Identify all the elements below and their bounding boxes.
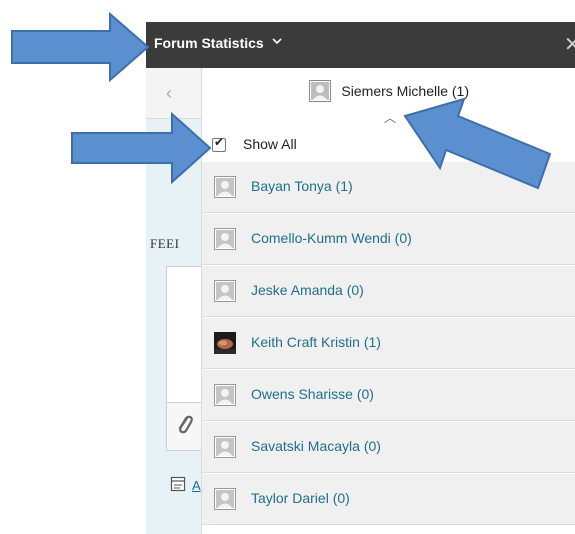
user-photo-avatar [214,332,236,354]
user-list-item[interactable]: Savatski Macayla (0) [202,421,575,473]
user-list-item[interactable]: Taylor Dariel (0) [202,473,575,525]
user-name-link[interactable]: Comello-Kumm Wendi (0) [251,230,412,246]
close-icon[interactable]: ✕ [564,35,575,55]
user-name-link[interactable]: Owens Sharisse (0) [251,386,374,402]
section-label: FEEI [150,236,180,251]
default-avatar-icon [214,384,236,406]
default-avatar-icon [308,80,331,102]
user-name-link[interactable]: Taylor Dariel (0) [251,490,350,506]
checkmark-icon: ✔ [214,135,225,149]
user-list-item[interactable]: Owens Sharisse (0) [202,369,575,421]
forum-statistics-header: Forum Statistics ✕ [146,22,575,68]
annotation-arrow-right-icon [11,12,150,82]
annotation-arrow-right-icon [71,112,212,184]
default-avatar-icon [214,488,236,510]
user-list-item[interactable]: Jeske Amanda (0) [202,265,575,317]
annotation-arrow-up-left-icon [403,97,552,190]
default-avatar-icon [214,228,236,250]
default-avatar-icon [214,436,236,458]
user-list-item[interactable]: Keith Craft Kristin (1) [202,317,575,369]
user-list-item[interactable]: Comello-Kumm Wendi (0) [202,213,575,265]
user-name-link[interactable]: Bayan Tonya (1) [251,178,353,194]
document-link[interactable]: A [192,478,201,493]
default-avatar-icon [214,280,236,302]
user-name-link[interactable]: Savatski Macayla (0) [251,438,381,454]
document-icon [170,476,186,492]
chevron-left-icon[interactable]: ‹ [166,83,172,104]
text-area-card[interactable] [166,266,202,403]
show-all-label: Show All [243,136,297,152]
default-avatar-icon [214,176,236,198]
paperclip-icon[interactable] [175,413,193,437]
user-name-link[interactable]: Keith Craft Kristin (1) [251,334,381,350]
chevron-down-icon[interactable] [270,34,284,48]
user-name-link[interactable]: Jeske Amanda (0) [251,282,364,298]
chevron-up-icon[interactable]: ︿ [384,109,396,126]
forum-statistics-title[interactable]: Forum Statistics [154,35,264,51]
